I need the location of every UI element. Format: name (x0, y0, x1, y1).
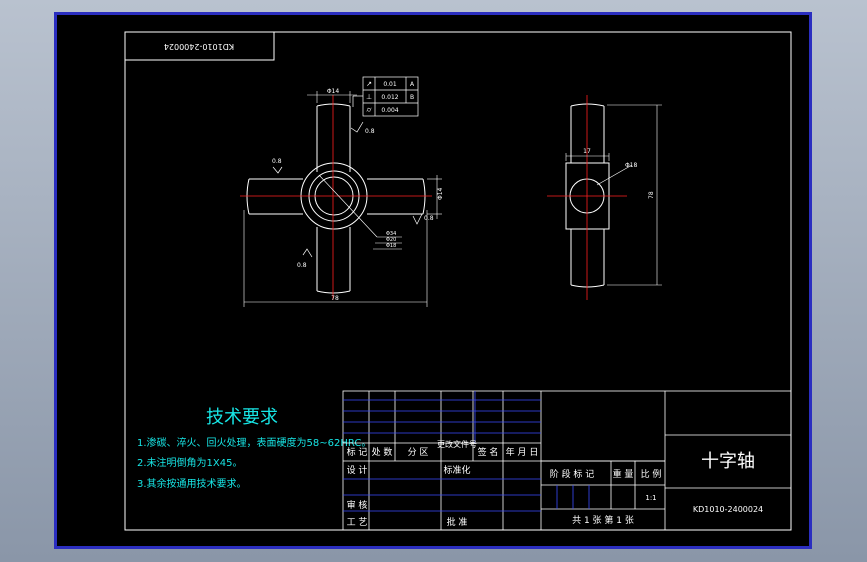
dim-width-17: 17 (583, 148, 591, 155)
top-arm (316, 103, 351, 172)
rev-header-6: 年 月 日 (506, 446, 539, 458)
tol-row3-symbol: ⌭ (366, 106, 371, 114)
tol-row2-datum: B (410, 94, 414, 101)
tech-req-item-3: 3.其余按通用技术要求。 (137, 477, 247, 490)
dim-shaft-top: Φ14 (327, 88, 340, 95)
roughness-b-label: 0.8 (272, 158, 282, 165)
part-name: 十字轴 (701, 451, 755, 472)
rev-header-1: 标 记 (347, 446, 368, 458)
rev-header-4: 更改文件号 (437, 439, 477, 449)
rev-header-2: 处 数 (372, 446, 393, 458)
roughness-a-label: 0.8 (365, 128, 375, 135)
label-design: 设 计 (347, 464, 368, 476)
tol-row1-value: 0.01 (383, 81, 397, 88)
dim-overall-height: 78 (648, 191, 655, 199)
drawing-canvas[interactable]: KD1010-2400024 0.8 0.8 0.8 0.8 Φ14 Φ14 7… (57, 15, 809, 546)
tech-req-item-2: 2.未注明倒角为1X45。 (137, 456, 242, 469)
sheet-border (124, 31, 792, 531)
dim-hole-dia: Φ18 (625, 162, 638, 169)
tol-row2-symbol: ⊥ (366, 93, 372, 101)
front-view (246, 103, 426, 294)
label-process: 工 艺 (347, 517, 368, 528)
dim-overall-width: 78 (331, 295, 339, 302)
side-centerlines (547, 95, 627, 300)
tol-row2-value: 0.012 (381, 94, 398, 101)
tech-req-title: 技术要求 (206, 407, 278, 428)
label-approve: 批 准 (447, 516, 468, 528)
left-arm (246, 178, 303, 215)
tol-row3-value: 0.004 (381, 107, 398, 114)
dim-shaft-right: Φ14 (437, 187, 444, 200)
code-box-text: KD1010-2400024 (164, 42, 234, 51)
stage-header-1: 阶 段 标 记 (550, 468, 595, 480)
stage-header-2: 重 量 (613, 468, 634, 480)
side-view (565, 103, 610, 288)
rev-header-3: 分 区 (408, 447, 429, 458)
dim-callout-3: Φ18 (386, 243, 396, 249)
bottom-arm (316, 227, 351, 294)
roughness-d-label: 0.8 (297, 262, 307, 269)
label-standardize: 标准化 (443, 464, 470, 476)
scale-value: 1:1 (645, 494, 656, 502)
label-check: 审 核 (347, 499, 368, 511)
front-dimensions (243, 91, 442, 307)
tech-req-item-1: 1.渗碳、淬火、回火处理，表面硬度为58~62HRC。 (137, 436, 371, 449)
tol-row1-symbol: ↗ (366, 80, 372, 88)
sheet-count: 共 1 张 第 1 张 (572, 514, 634, 526)
rev-header-5: 签 名 (478, 446, 499, 458)
roughness-c-label: 0.8 (424, 215, 434, 222)
tol-row1-datum: A (410, 81, 415, 88)
cad-drawing: KD1010-2400024 0.8 0.8 0.8 0.8 Φ14 Φ14 7… (124, 31, 792, 531)
side-bottom-arm (570, 229, 605, 288)
front-centerlines (240, 95, 432, 300)
drawing-code: KD1010-2400024 (693, 505, 763, 514)
right-arm (367, 178, 426, 215)
stage-header-3: 比 例 (641, 468, 662, 480)
